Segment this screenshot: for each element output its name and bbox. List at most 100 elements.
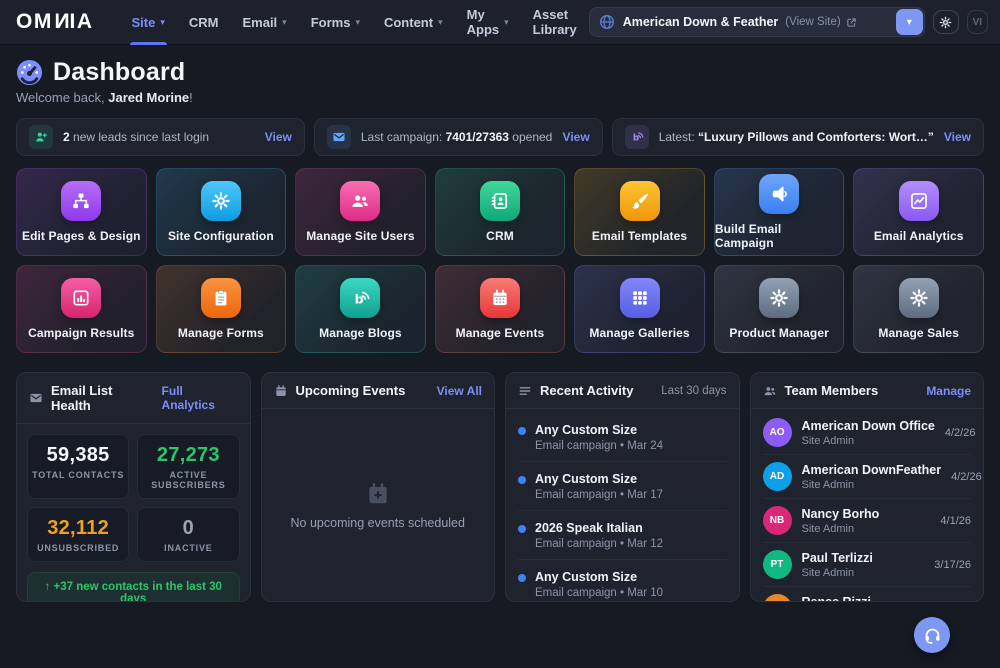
megaphone-icon [759, 174, 799, 214]
gear-icon [759, 278, 799, 318]
activity-list: Any Custom SizeEmail campaign • Mar 24 A… [506, 409, 739, 601]
nav-item-my-apps[interactable]: My Apps▾ [455, 0, 521, 45]
envelope-icon [29, 391, 43, 405]
chevron-down-icon: ▾ [907, 17, 912, 28]
tile-product-manager[interactable]: Product Manager [714, 265, 845, 353]
list-icon [518, 384, 532, 398]
contacts-growth-banner: ↑ +37 new contacts in the last 30 days [27, 572, 240, 602]
site-selector-dropdown-button[interactable]: ▾ [896, 9, 923, 35]
avatar: PT [763, 550, 792, 579]
activity-period-label: Last 30 days [661, 385, 726, 397]
user-name: Jared Morine [108, 90, 189, 105]
nav-item-asset-library[interactable]: Asset Library [521, 0, 589, 45]
tile-edit-pages-design[interactable]: Edit Pages & Design [16, 168, 147, 256]
site-selector[interactable]: American Down & Feather (View Site) ▾ [589, 7, 925, 37]
tile-manage-events[interactable]: Manage Events [435, 265, 566, 353]
sitemap-icon [61, 181, 101, 221]
no-events-placeholder: No upcoming events scheduled [262, 409, 495, 601]
welcome-message: Welcome back, Jared Morine! [16, 90, 984, 105]
user-plus-icon [29, 125, 53, 149]
tile-email-analytics[interactable]: Email Analytics [853, 168, 984, 256]
clipboard-icon [201, 278, 241, 318]
activity-item[interactable]: Any Custom SizeEmail campaign • Mar 10 [518, 560, 727, 601]
page-header: Dashboard Welcome back, Jared Morine! [16, 58, 984, 105]
alert-last-campaign: Last campaign: 7401/27363 opened View [314, 118, 603, 156]
settings-button[interactable] [933, 10, 959, 34]
team-list: AOAmerican Down OfficeSite Admin4/2/26 A… [751, 409, 984, 601]
activity-dot [518, 427, 526, 435]
calendar-icon [274, 384, 288, 398]
calendar-plus-icon [365, 481, 391, 507]
avatar: NB [763, 506, 792, 535]
tile-build-email-campaign[interactable]: Build Email Campaign [714, 168, 845, 256]
chevron-down-icon: ▾ [504, 17, 509, 28]
omnia-logo[interactable]: OMNIA [16, 10, 94, 34]
full-analytics-link[interactable]: Full Analytics [162, 384, 238, 412]
tile-crm[interactable]: CRM [435, 168, 566, 256]
team-member-row[interactable]: RRRenee RizziSite Admin9/29/25 [763, 587, 972, 601]
users-icon [340, 181, 380, 221]
svg-text:b: b [355, 291, 364, 306]
tile-manage-forms[interactable]: Manage Forms [156, 265, 287, 353]
view-leads-link[interactable]: View [265, 130, 292, 144]
user-avatar[interactable]: VI [967, 10, 988, 34]
dashboard-page: OMNIA Site▾ CRM Email▾ Forms▾ Content▾ M… [0, 0, 1000, 668]
activity-dot [518, 574, 526, 582]
activity-item[interactable]: 2026 Speak ItalianEmail campaign • Mar 1… [518, 511, 727, 560]
panel-recent-activity: Recent Activity Last 30 days Any Custom … [505, 372, 740, 602]
gear-icon [201, 181, 241, 221]
chevron-down-icon: ▾ [438, 17, 443, 28]
activity-item[interactable]: Any Custom SizeEmail campaign • Mar 24 [518, 413, 727, 462]
stat-unsubscribed: 32,112UNSUBSCRIBED [27, 507, 129, 562]
stat-active-subscribers: 27,273ACTIVE SUBSCRIBERS [137, 434, 239, 499]
current-site-name: American Down & Feather [623, 15, 779, 29]
chevron-down-icon: ▾ [355, 17, 360, 28]
panel-team-members: Team Members Manage AOAmerican Down Offi… [750, 372, 985, 602]
external-link-icon[interactable] [846, 17, 857, 28]
blog-icon: b [625, 125, 649, 149]
nav-item-content[interactable]: Content▾ [372, 0, 455, 45]
tile-manage-sales[interactable]: Manage Sales [853, 265, 984, 353]
avatar: RR [763, 594, 792, 601]
grid-icon [620, 278, 660, 318]
tile-manage-site-users[interactable]: Manage Site Users [295, 168, 426, 256]
alert-bars: 2 new leads since last login View Last c… [16, 118, 984, 156]
tile-manage-galleries[interactable]: Manage Galleries [574, 265, 705, 353]
tile-campaign-results[interactable]: Campaign Results [16, 265, 147, 353]
gear-icon [899, 278, 939, 318]
nav-item-forms[interactable]: Forms▾ [299, 0, 372, 45]
users-icon [763, 384, 777, 398]
gear-icon [939, 16, 952, 29]
team-member-row[interactable]: AOAmerican Down OfficeSite Admin4/2/26 [763, 411, 972, 455]
nav-item-crm[interactable]: CRM [177, 0, 231, 45]
view-blog-link[interactable]: View [944, 130, 971, 144]
view-campaign-link[interactable]: View [563, 130, 590, 144]
tile-manage-blogs[interactable]: b Manage Blogs [295, 265, 426, 353]
alert-new-leads: 2 new leads since last login View [16, 118, 305, 156]
chevron-down-icon: ▾ [160, 17, 165, 28]
avatar: AD [763, 462, 792, 491]
chart-bar-icon [61, 278, 101, 318]
headset-icon [923, 626, 942, 645]
top-navigation-bar: OMNIA Site▾ CRM Email▾ Forms▾ Content▾ M… [0, 0, 1000, 45]
activity-item[interactable]: Any Custom SizeEmail campaign • Mar 17 [518, 462, 727, 511]
email-stats: 59,385TOTAL CONTACTS 27,273ACTIVE SUBSCR… [17, 424, 250, 562]
envelope-icon [327, 125, 351, 149]
nav-item-site[interactable]: Site▾ [120, 0, 177, 45]
team-member-row[interactable]: PTPaul TerlizziSite Admin3/17/26 [763, 543, 972, 587]
manage-team-link[interactable]: Manage [926, 384, 971, 398]
tile-email-templates[interactable]: Email Templates [574, 168, 705, 256]
team-member-row[interactable]: ADAmerican DownFeatherSite Admin4/2/26 [763, 455, 972, 499]
stat-total-contacts: 59,385TOTAL CONTACTS [27, 434, 129, 499]
paintbrush-icon [620, 181, 660, 221]
nav-item-email[interactable]: Email▾ [230, 0, 298, 45]
chevron-down-icon: ▾ [282, 17, 287, 28]
main-nav: Site▾ CRM Email▾ Forms▾ Content▾ My Apps… [120, 0, 589, 45]
view-all-events-link[interactable]: View All [437, 384, 482, 398]
team-member-row[interactable]: NBNancy BorhoSite Admin4/1/26 [763, 499, 972, 543]
tile-site-configuration[interactable]: Site Configuration [156, 168, 287, 256]
support-fab-button[interactable] [914, 617, 950, 653]
panel-upcoming-events: Upcoming Events View All No upcoming eve… [261, 372, 496, 602]
view-site-link[interactable]: (View Site) [785, 16, 840, 28]
dashboard-panels: Email List Health Full Analytics 59,385T… [16, 372, 984, 602]
